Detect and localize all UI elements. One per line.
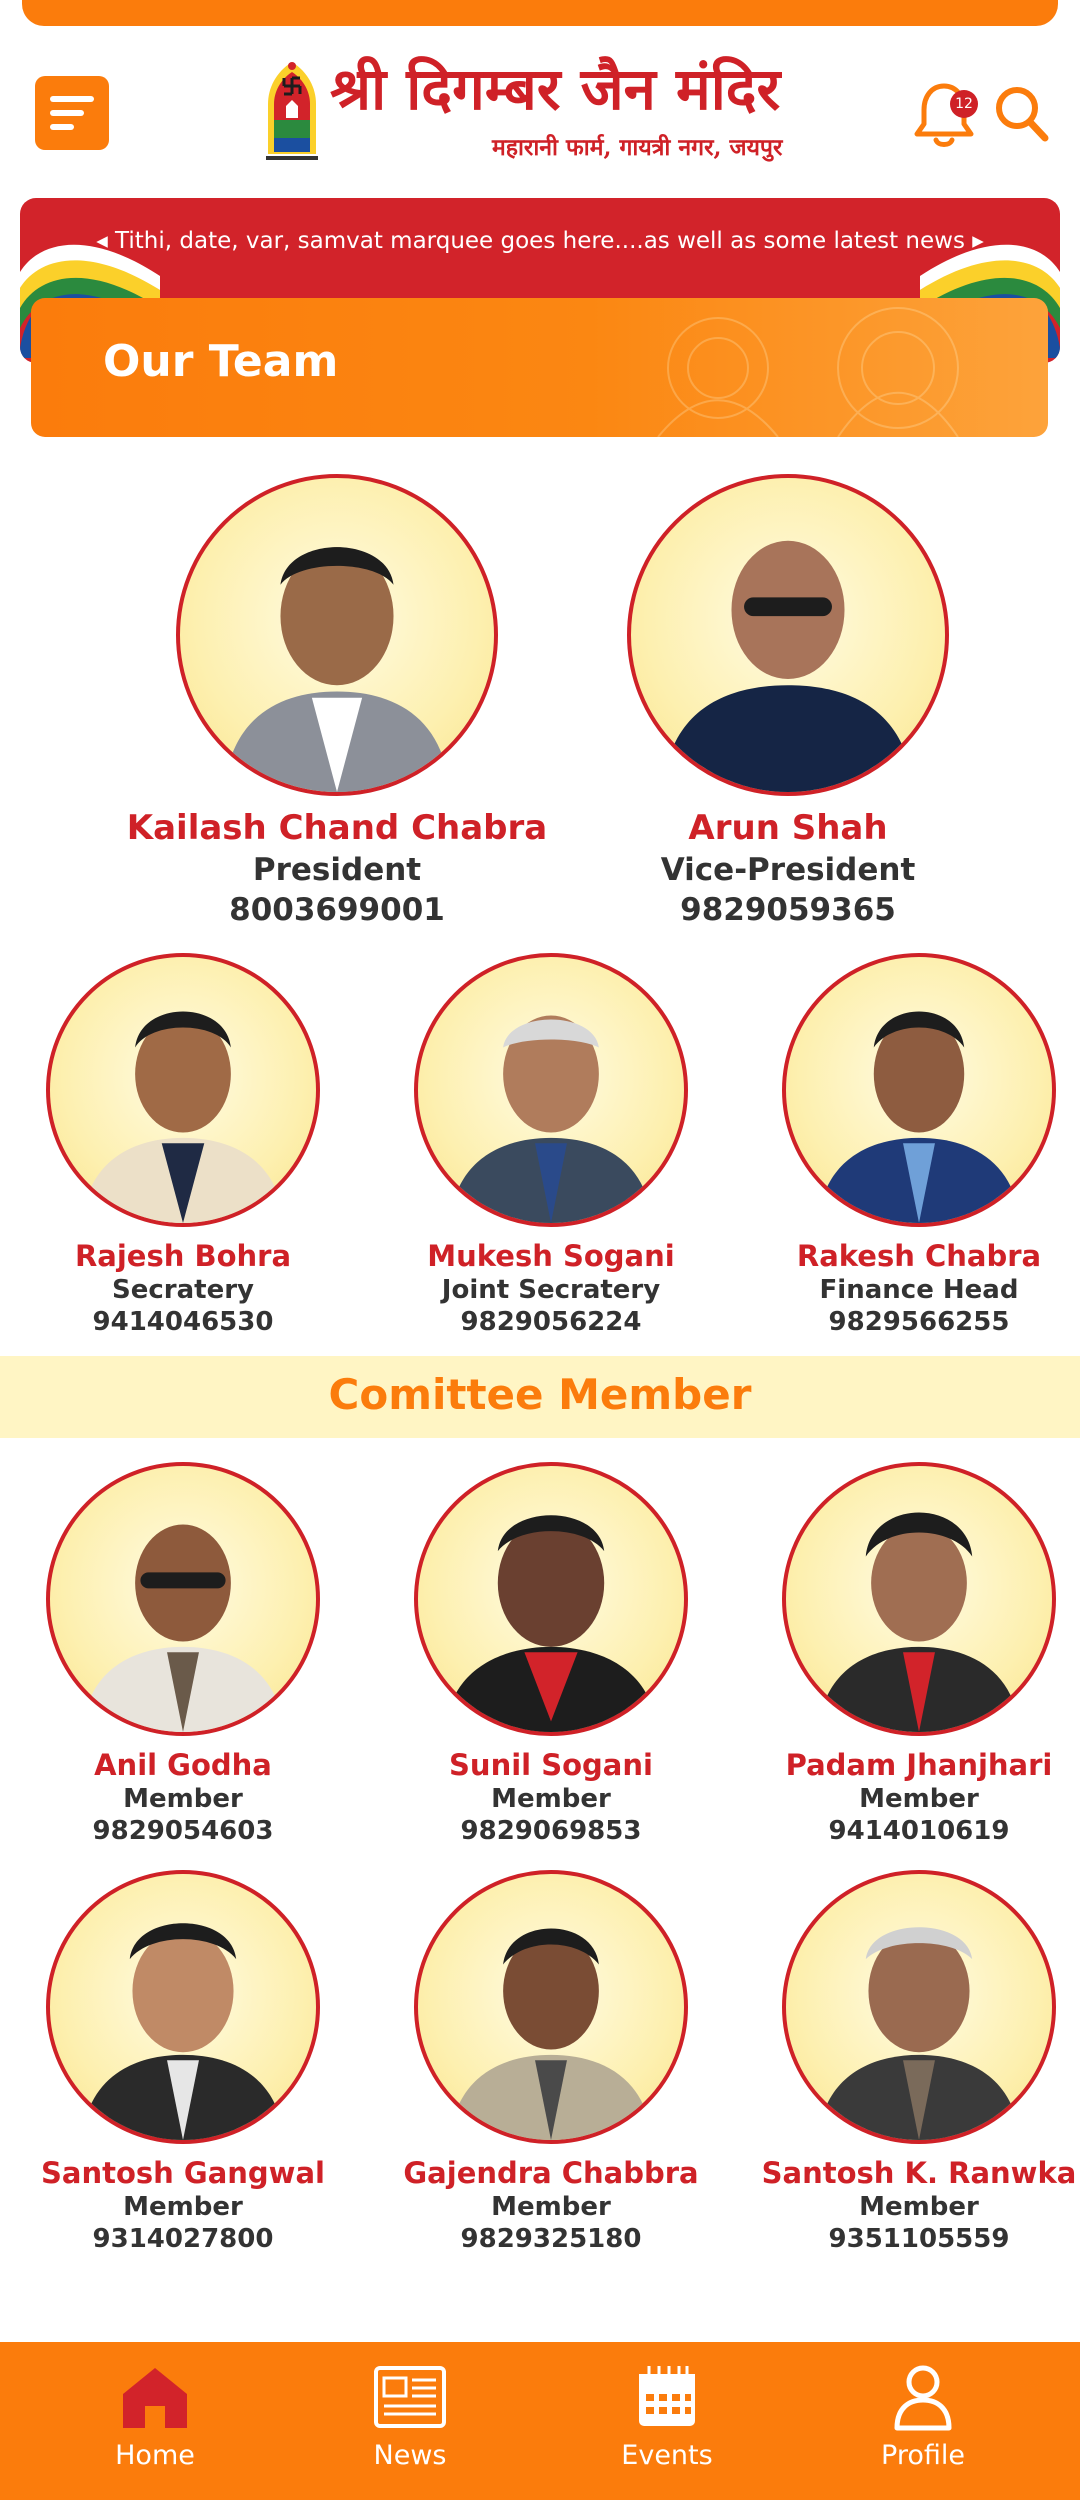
member-photo (414, 1462, 688, 1736)
notification-badge: 12 (950, 90, 978, 118)
nav-label: Home (115, 2440, 195, 2471)
temple-title: श्री दिगम्बर जैन मंदिर (330, 55, 781, 123)
member-phone[interactable]: 9829566255 (749, 1307, 1080, 1337)
member-card: Anil Godha Member 9829054603 (13, 1462, 353, 1846)
person-icon (662, 540, 914, 792)
member-role: Secratery (112, 1275, 254, 1305)
member-role: Joint Secratery (441, 1275, 661, 1305)
nav-label: Events (621, 2440, 713, 2471)
mandala-pattern (657, 307, 959, 437)
person-icon (449, 1928, 653, 2140)
person-icon (223, 547, 451, 792)
search-icon[interactable] (993, 82, 1051, 144)
member-phone[interactable]: 8003699001 (107, 892, 567, 928)
our-team-banner: Our Team (31, 298, 1048, 437)
member-role: Vice-President (660, 852, 916, 888)
member-phone[interactable]: 9829054603 (13, 1816, 353, 1846)
person-icon (817, 1927, 1021, 2140)
member-name: Rakesh Chabra (796, 1239, 1042, 1273)
person-icon (817, 1011, 1021, 1223)
member-role: Member (859, 1784, 979, 1814)
bottom-nav: Home News Events Profile (0, 2342, 1080, 2500)
temple-address: महारानी फार्म, गायत्री नगर, जयपुर (492, 134, 783, 161)
home-icon (123, 2368, 187, 2428)
member-card: Rakesh Chabra Finance Head 9829566255 (749, 953, 1080, 1337)
member-phone[interactable]: 9314027800 (13, 2224, 353, 2254)
member-photo (627, 474, 949, 796)
person-icon (81, 1524, 285, 1732)
section-title-our-team: Our Team (103, 336, 339, 387)
newspaper-icon (374, 2366, 446, 2428)
person-icon (444, 1515, 658, 1732)
person-icon (449, 1015, 653, 1223)
member-role: Member (859, 2192, 979, 2222)
member-card: Rajesh Bohra Secratery 9414046530 (13, 953, 353, 1337)
member-photo (46, 953, 320, 1227)
member-card: Mukesh Sogani Joint Secratery 9829056224 (381, 953, 721, 1337)
member-name: Santosh K. Ranwka (761, 2156, 1077, 2190)
member-phone[interactable]: 9829059365 (558, 892, 1018, 928)
member-role: Finance Head (819, 1275, 1019, 1305)
member-photo (176, 474, 498, 796)
member-card: Santosh K. Ranwka Member 9351105559 (749, 1870, 1080, 2254)
calendar-icon (639, 2366, 695, 2426)
member-name: Sunil Sogani (449, 1748, 653, 1782)
section-title-committee: Comittee Member (328, 1370, 752, 1419)
member-name: Santosh Gangwal (41, 2156, 325, 2190)
member-card: Santosh Gangwal Member 9314027800 (13, 1870, 353, 2254)
member-role: Member (123, 2192, 243, 2222)
member-photo (414, 1870, 688, 2144)
member-role: President (252, 852, 422, 888)
member-photo (46, 1462, 320, 1736)
member-role: Member (123, 1784, 243, 1814)
nav-news[interactable]: News (330, 2362, 490, 2471)
member-phone[interactable]: 9414046530 (13, 1307, 353, 1337)
nav-events[interactable]: Events (587, 2362, 747, 2471)
member-name: Kailash Chand Chabra (126, 808, 548, 848)
nav-profile[interactable]: Profile (843, 2362, 1003, 2471)
user-icon (894, 2365, 952, 2431)
person-icon (81, 1923, 285, 2140)
member-name: Rajesh Bohra (74, 1239, 292, 1273)
member-card: Padam Jhanjhari Member 9414010619 (749, 1462, 1080, 1846)
member-photo (782, 1870, 1056, 2144)
person-icon (81, 1011, 285, 1223)
member-phone[interactable]: 9829056224 (381, 1307, 721, 1337)
member-photo (414, 953, 688, 1227)
member-name: Padam Jhanjhari (785, 1748, 1053, 1782)
member-name: Mukesh Sogani (427, 1239, 675, 1273)
member-name: Anil Godha (94, 1748, 272, 1782)
member-phone[interactable]: 9414010619 (749, 1816, 1080, 1846)
member-card: Sunil Sogani Member 9829069853 (381, 1462, 721, 1846)
member-card: Gajendra Chabbra Member 9829325180 (381, 1870, 721, 2254)
nav-home[interactable]: Home (75, 2362, 235, 2471)
member-phone[interactable]: 9829325180 (381, 2224, 721, 2254)
menu-button[interactable] (35, 76, 109, 150)
nav-label: News (373, 2440, 447, 2471)
member-card: Arun Shah Vice-President 9829059365 (558, 474, 1018, 928)
jain-symbol-logo (266, 62, 318, 160)
committee-band: Comittee Member (0, 1356, 1080, 1438)
member-photo (782, 1462, 1056, 1736)
member-card: Kailash Chand Chabra President 800369900… (107, 474, 567, 928)
person-icon (817, 1512, 1021, 1732)
member-phone[interactable]: 9829069853 (381, 1816, 721, 1846)
member-photo (46, 1870, 320, 2144)
member-name: Gajendra Chabbra (403, 2156, 699, 2190)
member-role: Member (491, 2192, 611, 2222)
member-photo (782, 953, 1056, 1227)
member-role: Member (491, 1784, 611, 1814)
marquee-text: ◂ Tithi, date, var, samvat marquee goes … (96, 228, 984, 254)
member-phone[interactable]: 9351105559 (749, 2224, 1080, 2254)
nav-label: Profile (881, 2440, 965, 2471)
member-name: Arun Shah (688, 808, 888, 848)
top-strip (22, 0, 1058, 26)
